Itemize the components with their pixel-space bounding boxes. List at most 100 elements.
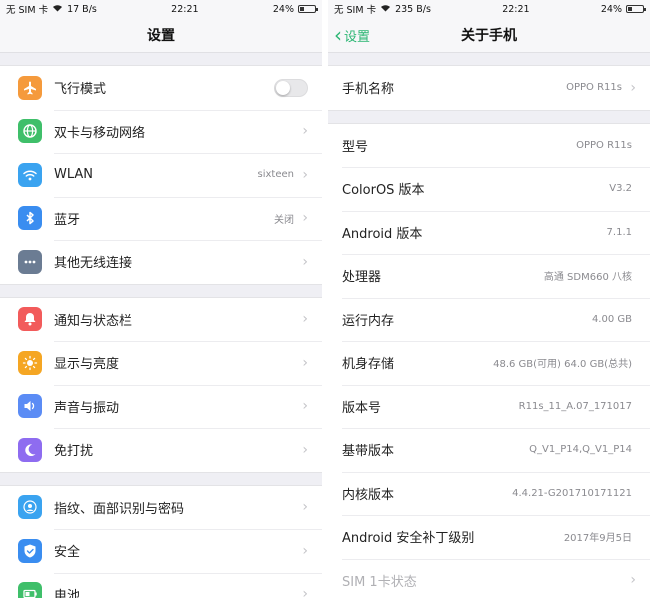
chevron-right-icon: › (302, 542, 308, 559)
chevron-right-icon: › (302, 586, 308, 598)
battery-percent: 24% (272, 3, 294, 15)
battery-status-icon (298, 5, 318, 13)
settings-item-label: 双卡与移动网络 (54, 125, 146, 141)
toggle-knob (276, 80, 290, 95)
more-icon (18, 249, 42, 274)
back-label: 设置 (344, 29, 371, 45)
settings-item-label: 电池 (54, 588, 81, 598)
globe-icon (18, 119, 42, 144)
about-item-label: 内核版本 (342, 487, 395, 503)
bluetooth-icon (18, 206, 42, 231)
settings-item-label: 显示与亮度 (54, 357, 120, 373)
back-button[interactable]: ‹ 设置 (334, 18, 370, 52)
settings-group: 指纹、面部识别与密码 › 安全 › 电池 › (0, 484, 322, 598)
about-item[interactable]: SIM 1卡状态 › (328, 558, 650, 598)
settings-item-fingerprint[interactable]: 指纹、面部识别与密码 › (0, 486, 322, 530)
about-item-label: 运行内存 (342, 313, 395, 329)
battery-status-icon (625, 5, 646, 13)
chevron-right-icon: › (302, 354, 308, 371)
about-item: 运行内存 4.00 GB (328, 297, 650, 342)
settings-item-more[interactable]: 其他无线连接 › (0, 240, 322, 284)
clock: 22:21 (502, 3, 530, 15)
battery-icon (18, 582, 42, 598)
settings-item-wifi[interactable]: WLAN sixteen › (0, 153, 322, 197)
settings-item-speaker[interactable]: 声音与振动 › (0, 384, 322, 429)
chevron-right-icon: › (302, 210, 308, 227)
about-item: Android 安全补丁级别 2017年9月5日 (328, 515, 650, 559)
about-item-value: 48.6 GB(可用) 64.0 GB(总共) (493, 359, 632, 371)
carrier-text: 无 SIM 卡 (6, 5, 49, 16)
wifi-icon (18, 162, 42, 187)
settings-item-battery[interactable]: 电池 › (0, 572, 322, 598)
about-item-value: OPPO R11s (566, 82, 622, 94)
brightness-icon (18, 350, 42, 375)
fingerprint-icon (18, 495, 42, 520)
nav-bar: ‹ 设置 关于手机 (328, 18, 650, 53)
about-item-value: 2017年9月5日 (563, 533, 632, 545)
chevron-right-icon: › (302, 398, 308, 415)
network-speed: 235 B/s (395, 3, 431, 15)
settings-item-label: 通知与状态栏 (54, 313, 133, 329)
chevron-right-icon: › (630, 572, 636, 589)
moon-icon (18, 437, 42, 462)
about-item-label: ColorOS 版本 (342, 183, 425, 199)
chevron-right-icon: › (302, 166, 308, 183)
wifi-status-icon (52, 4, 63, 15)
about-item: 内核版本 4.4.21-G201710171121 (328, 471, 650, 516)
about-item-label: 手机名称 (342, 82, 395, 98)
chevron-right-icon: › (302, 253, 308, 270)
about-item[interactable]: 手机名称 OPPO R11s › (328, 66, 650, 110)
airplane-icon (18, 75, 42, 100)
carrier-text: 无 SIM 卡 (334, 5, 377, 16)
settings-group: 通知与状态栏 › 显示与亮度 › 声音与振动 › 免打扰 › (0, 296, 322, 473)
about-item: ColorOS 版本 V3.2 (328, 167, 650, 211)
settings-item-label: 安全 (54, 545, 81, 561)
chevron-right-icon: › (630, 79, 636, 96)
page-title: 关于手机 (461, 28, 517, 44)
about-item: 机身存储 48.6 GB(可用) 64.0 GB(总共) (328, 341, 650, 385)
settings-screen: 无 SIM 卡 17 B/s 22:21 24% 设置 飞行模式 双卡与移动网络 ›… (0, 0, 322, 598)
settings-item-moon[interactable]: 免打扰 › (0, 428, 322, 472)
speaker-icon (18, 394, 42, 419)
about-phone-screen: 无 SIM 卡 235 B/s 22:21 24% ‹ 设置 关于手机 手机名称… (328, 0, 650, 598)
bell-icon (18, 307, 42, 332)
about-item-value: 4.4.21-G201710171121 (512, 487, 632, 499)
about-item-value: 7.1.1 (606, 226, 632, 238)
settings-group: 飞行模式 双卡与移动网络 › WLAN sixteen › 蓝牙 关闭 › 其他无线连接 › (0, 65, 322, 285)
about-item-label: 基带版本 (342, 444, 395, 460)
about-item-value: 高通 SDM660 八核 (543, 272, 632, 284)
settings-item-value: 关闭 (274, 214, 294, 226)
status-bar: 无 SIM 卡 17 B/s 22:21 24% (0, 0, 322, 18)
settings-item-globe[interactable]: 双卡与移动网络 › (0, 109, 322, 154)
settings-item-label: WLAN (54, 167, 94, 183)
about-item-label: 处理器 (342, 270, 382, 286)
settings-item-label: 声音与振动 (54, 400, 120, 416)
about-item-label: 机身存储 (342, 357, 395, 373)
settings-item-bluetooth[interactable]: 蓝牙 关闭 › (0, 196, 322, 241)
chevron-right-icon: › (302, 499, 308, 516)
about-item-value: Q_V1_P14,Q_V1_P14 (529, 444, 632, 456)
airplane-mode-toggle[interactable] (274, 78, 308, 97)
about-item-label: SIM 1卡状态 (342, 574, 417, 590)
about-item-value: 4.00 GB (591, 313, 632, 325)
settings-item-shield[interactable]: 安全 › (0, 529, 322, 573)
about-group: 手机名称 OPPO R11s › (328, 65, 650, 111)
page-title: 设置 (147, 28, 175, 44)
settings-item-value: sixteen (257, 169, 294, 181)
settings-item-label: 蓝牙 (54, 212, 81, 228)
about-item-label: Android 版本 (342, 226, 423, 242)
status-bar: 无 SIM 卡 235 B/s 22:21 24% (328, 0, 650, 18)
clock: 22:21 (171, 3, 199, 15)
about-item-value: OPPO R11s (576, 139, 632, 151)
about-item-label: 型号 (342, 139, 369, 155)
battery-percent: 24% (600, 3, 622, 15)
about-item-label: 版本号 (342, 400, 382, 416)
settings-item-label: 指纹、面部识别与密码 (54, 501, 185, 517)
nav-bar: 设置 (0, 18, 322, 53)
settings-item-brightness[interactable]: 显示与亮度 › (0, 341, 322, 385)
chevron-right-icon: › (302, 311, 308, 328)
settings-item-label: 免打扰 (54, 444, 94, 460)
settings-item-airplane[interactable]: 飞行模式 (0, 66, 322, 110)
settings-item-bell[interactable]: 通知与状态栏 › (0, 298, 322, 342)
about-item-label: Android 安全补丁级别 (342, 531, 475, 547)
